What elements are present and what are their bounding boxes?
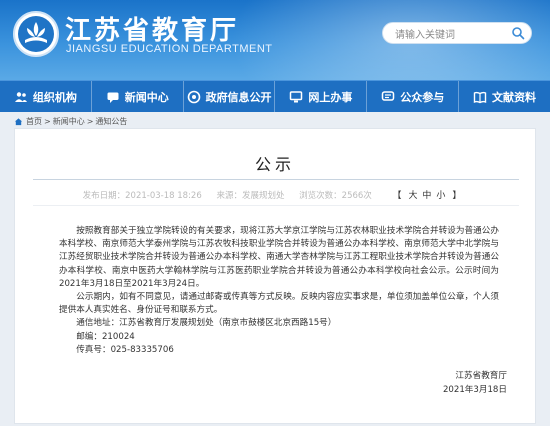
font-size-large[interactable]: 大 [409, 191, 418, 201]
contact-address: 通信地址：江苏省教育厅发展规划处（南京市鼓楼区北京西路15号） [76, 318, 337, 329]
nav-label: 政府信息公开 [205, 90, 272, 104]
nav-label: 新闻中心 [124, 90, 169, 104]
nav-label: 组织机构 [32, 90, 77, 104]
signer: 江苏省教育厅 [455, 371, 507, 381]
article-paragraph: 按照教育部关于独立学院转设的有关要求，现将江苏大学京江学院与江苏农林职业技术学院… [59, 226, 499, 289]
breadcrumb-separator: > [86, 117, 94, 126]
article-meta: 发布日期：2021-03-18 18:26 来源：发展规划处 浏览次数：2566… [15, 188, 535, 201]
lotus-book-logo-icon[interactable] [13, 11, 59, 57]
font-size-bracket-close: 】 [452, 191, 462, 201]
nav-item-online-service[interactable]: 网上办事 [275, 81, 368, 112]
breadcrumb: 首页 > 新闻中心 > 通知公告 [14, 116, 127, 127]
main-nav: 组织机构 新闻中心 政府信息公开 网上办事 公众参与 文献资料 [0, 80, 550, 112]
font-size-medium[interactable]: 中 [422, 191, 431, 201]
breadcrumb-home[interactable]: 首页 [26, 116, 42, 127]
monitor-icon [290, 90, 303, 102]
article-body: 按照教育部关于独立学院转设的有关要求，现将江苏大学京江学院与江苏农林职业技术学院… [59, 225, 499, 357]
site-name: 江苏省教育厅 [65, 16, 240, 46]
breadcrumb-separator: > [44, 117, 51, 126]
contact-fax: 传真号：025-83335706 [76, 344, 174, 355]
search-input[interactable] [383, 25, 505, 46]
contact-postcode: 邮编：210024 [76, 331, 135, 342]
search-box [382, 22, 532, 46]
people-icon [14, 91, 27, 102]
home-icon [14, 118, 23, 126]
nav-label: 公众参与 [400, 90, 445, 104]
shield-icon [187, 90, 200, 103]
nav-item-news[interactable]: 新闻中心 [92, 81, 184, 112]
article-panel: 公示 发布日期：2021-03-18 18:26 来源：发展规划处 浏览次数：2… [14, 128, 536, 424]
nav-label: 文献资料 [492, 90, 537, 104]
site-subtitle: JIANGSU EDUCATION DEPARTMENT [66, 43, 273, 55]
breadcrumb-news[interactable]: 新闻中心 [53, 116, 85, 127]
book-icon [473, 91, 487, 103]
publish-date: 发布日期：2021-03-18 18:26 [82, 191, 202, 201]
article-source: 来源：发展规划处 [216, 191, 285, 201]
view-count: 浏览次数：2566次 [299, 191, 372, 201]
font-size-small[interactable]: 小 [436, 191, 445, 201]
article-title: 公示 [254, 155, 295, 174]
article-paragraph: 公示期内，如有不同意见，请通过邮寄或传真等方式反映。反映内容应实事求是，单位须加… [59, 292, 499, 316]
nav-item-documents[interactable]: 文献资料 [459, 81, 550, 112]
font-size-bracket-open: 【 [392, 191, 402, 201]
speech-icon [381, 90, 395, 101]
chat-icon [107, 92, 119, 103]
title-divider [33, 179, 519, 180]
site-header: 江苏省教育厅 JIANGSU EDUCATION DEPARTMENT [0, 0, 550, 80]
nav-item-organization[interactable]: 组织机构 [0, 81, 92, 112]
signature-block: 江苏省教育厅 2021年3月18日 [443, 369, 507, 397]
nav-item-gov-info[interactable]: 政府信息公开 [184, 81, 276, 112]
nav-label: 网上办事 [308, 90, 353, 104]
sign-date: 2021年3月18日 [442, 385, 507, 395]
magnifier-icon[interactable] [511, 26, 525, 40]
meta-divider [33, 205, 519, 206]
nav-item-public-participation[interactable]: 公众参与 [367, 81, 460, 112]
font-size-switcher: 【大 中 小】 [387, 191, 468, 201]
breadcrumb-notice[interactable]: 通知公告 [95, 116, 127, 127]
